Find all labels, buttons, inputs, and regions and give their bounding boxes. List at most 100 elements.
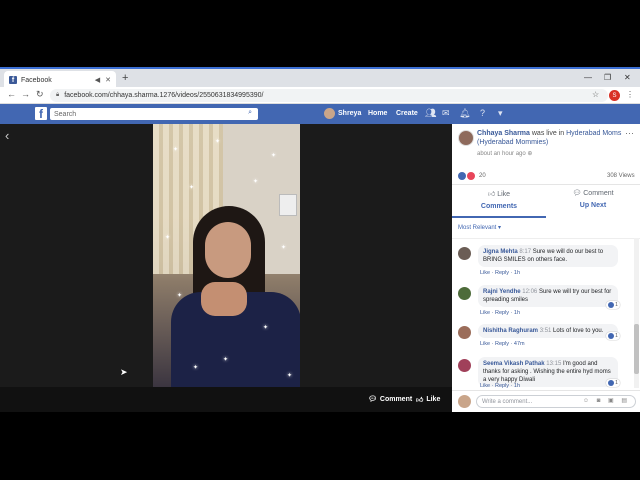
- back-icon[interactable]: ←: [7, 89, 16, 99]
- new-tab-icon[interactable]: +: [122, 72, 128, 84]
- tab-title: Facebook: [21, 76, 52, 84]
- avatar[interactable]: [458, 359, 471, 372]
- close-tab-icon[interactable]: ✕: [105, 76, 111, 84]
- search-input[interactable]: Search ⌕: [50, 108, 258, 120]
- thumbs-up-icon: [608, 333, 615, 339]
- sparkle-icon: ✦: [271, 153, 277, 159]
- comment-timestamp[interactable]: 8:17: [519, 249, 531, 255]
- friends-icon[interactable]: 👥︎: [425, 108, 436, 119]
- comment-timestamp[interactable]: 13:15: [546, 361, 561, 367]
- video-player[interactable]: ‹ ✦ ✦ ✦ ✦ ✦ ✦ ✦ ✦ ✦ ✦ ✦ ✦ ➤ 💬︎ Comment 👍…: [0, 124, 452, 412]
- like-reaction-icon: [458, 172, 466, 180]
- active-tab-indicator: [452, 216, 546, 218]
- sort-dropdown[interactable]: Most Relevant ▾: [458, 224, 501, 231]
- forward-icon[interactable]: →: [21, 89, 30, 99]
- home-link[interactable]: Home: [368, 110, 387, 117]
- profile-link[interactable]: Shreya: [324, 108, 361, 119]
- reaction-count: 20: [479, 173, 486, 179]
- minimize-icon[interactable]: —: [584, 73, 592, 82]
- video-comment-label: Comment: [379, 395, 413, 403]
- comment-bubble: Nishitha Raghuram 3:51 Lots of love to y…: [478, 324, 618, 338]
- bookmark-star-icon[interactable]: ☆: [592, 90, 599, 99]
- sparkle-icon: ✦: [287, 373, 293, 379]
- comment-bubble: Rajni Yendhe 12:06 Sure we will try our …: [478, 285, 618, 307]
- comment-button[interactable]: 💬︎ Comment Up Next: [558, 189, 628, 209]
- like-button[interactable]: 👍︎ Like Comments: [464, 189, 534, 210]
- video-frame[interactable]: ✦ ✦ ✦ ✦ ✦ ✦ ✦ ✦ ✦ ✦ ✦ ✦: [153, 124, 300, 387]
- video-comment-button[interactable]: 💬︎ Comment: [368, 395, 413, 404]
- sparkle-icon: ✦: [193, 365, 199, 371]
- sparkle-icon: ✦: [281, 245, 287, 251]
- audio-icon[interactable]: ◀: [95, 76, 100, 84]
- author-name[interactable]: Chhaya Sharma: [477, 130, 530, 137]
- comment-actions[interactable]: Like · Reply · 1h: [480, 310, 520, 316]
- person-face: [205, 222, 251, 278]
- avatar[interactable]: [458, 326, 471, 339]
- commenter-name[interactable]: Rajni Yendhe: [483, 289, 521, 295]
- post-timestamp[interactable]: about an hour ago ⊕: [477, 150, 532, 157]
- avatar[interactable]: [458, 247, 471, 260]
- comment-timestamp[interactable]: 12:06: [522, 289, 537, 295]
- composer-icons[interactable]: ☺ ◙ ▣ ▤: [583, 397, 630, 404]
- post-panel: Chhaya Sharma was live in Hyderabad Moms…: [452, 124, 640, 412]
- chrome-menu-icon[interactable]: ⋮: [626, 90, 634, 99]
- comment-composer: Write a comment... ☺ ◙ ▣ ▤: [452, 390, 640, 412]
- like-count: 1: [615, 380, 618, 386]
- profile-avatar[interactable]: S: [609, 90, 620, 101]
- comment-like-count[interactable]: 1: [606, 301, 620, 309]
- comment-timestamp[interactable]: 3:51: [540, 328, 552, 334]
- create-link[interactable]: Create: [396, 110, 418, 117]
- like-label: Like: [497, 191, 511, 198]
- comment-actions[interactable]: Like · Reply · 1h: [480, 270, 520, 276]
- browser-window: f Facebook ◀ ✕ + — ❐ ✕ ← → ↻ 🔒︎ facebook…: [0, 67, 640, 412]
- sparkle-icon: ✦: [263, 325, 269, 331]
- video-controls: 💬︎ Comment 👍︎ Like: [0, 387, 452, 412]
- address-bar: ← → ↻ 🔒︎ facebook.com/chhaya.sharma.1276…: [0, 87, 640, 104]
- more-options-icon[interactable]: ···: [625, 128, 634, 138]
- comment-item: Rajni Yendhe 12:06 Sure we will try our …: [458, 285, 633, 317]
- author-avatar[interactable]: [458, 130, 474, 146]
- thumbs-up-icon: 👍︎: [487, 191, 496, 198]
- close-window-icon[interactable]: ✕: [624, 73, 631, 82]
- search-placeholder: Search: [54, 110, 77, 118]
- person-hands: [201, 282, 247, 316]
- scrollbar-thumb[interactable]: [634, 324, 639, 374]
- messenger-icon[interactable]: ✉: [442, 108, 450, 119]
- search-icon[interactable]: ⌕: [248, 109, 252, 117]
- wall-switch: [279, 194, 297, 216]
- view-count: 308 Views: [607, 173, 635, 179]
- url-field[interactable]: 🔒︎ facebook.com/chhaya.sharma.1276/video…: [50, 89, 608, 102]
- notifications-icon[interactable]: 🔔︎: [459, 108, 470, 119]
- commenter-name[interactable]: Nishitha Raghuram: [483, 328, 538, 334]
- post-time-text: about an hour ago: [477, 151, 526, 157]
- tab-comments[interactable]: Comments: [464, 203, 534, 210]
- comment-bubble: Jigna Mehta 8:17 Sure we will do our bes…: [478, 245, 618, 267]
- facebook-logo-icon[interactable]: f: [35, 107, 47, 120]
- account-menu-icon[interactable]: ▾: [498, 108, 503, 119]
- reactions-summary[interactable]: 20: [458, 172, 486, 180]
- tab-up-next[interactable]: Up Next: [558, 202, 628, 209]
- post-actions: 👍︎ Like Comments 💬︎ Comment Up Next: [452, 184, 640, 218]
- comment-actions[interactable]: Like · Reply · 1h: [480, 383, 520, 389]
- user-name: Shreya: [338, 110, 362, 117]
- comment-input[interactable]: Write a comment... ☺ ◙ ▣ ▤: [476, 395, 636, 408]
- divider: [452, 238, 640, 239]
- comment-actions[interactable]: Like · Reply · 47m: [480, 341, 525, 347]
- avatar[interactable]: [458, 287, 471, 300]
- help-icon[interactable]: ?: [480, 108, 485, 118]
- restore-icon[interactable]: ❐: [604, 73, 611, 82]
- comment-like-count[interactable]: 1: [606, 332, 620, 340]
- comment-icon: 💬︎: [368, 396, 377, 403]
- comment-label: Comment: [583, 190, 614, 197]
- reload-icon[interactable]: ↻: [36, 89, 44, 100]
- commenter-name[interactable]: Seema Vikash Pathak: [483, 361, 545, 367]
- comment-like-count[interactable]: 1: [606, 379, 620, 387]
- comment-item: Seema Vikash Pathak 13:15 I'm good and t…: [458, 357, 633, 389]
- commenter-name[interactable]: Jigna Mehta: [483, 249, 518, 255]
- globe-icon: ⊕: [527, 151, 533, 157]
- back-chevron-icon[interactable]: ‹: [5, 128, 9, 143]
- lock-icon: 🔒︎: [56, 92, 60, 98]
- avatar: [458, 395, 471, 408]
- video-like-button[interactable]: 👍︎ Like: [416, 395, 440, 404]
- sparkle-icon: ✦: [253, 179, 259, 185]
